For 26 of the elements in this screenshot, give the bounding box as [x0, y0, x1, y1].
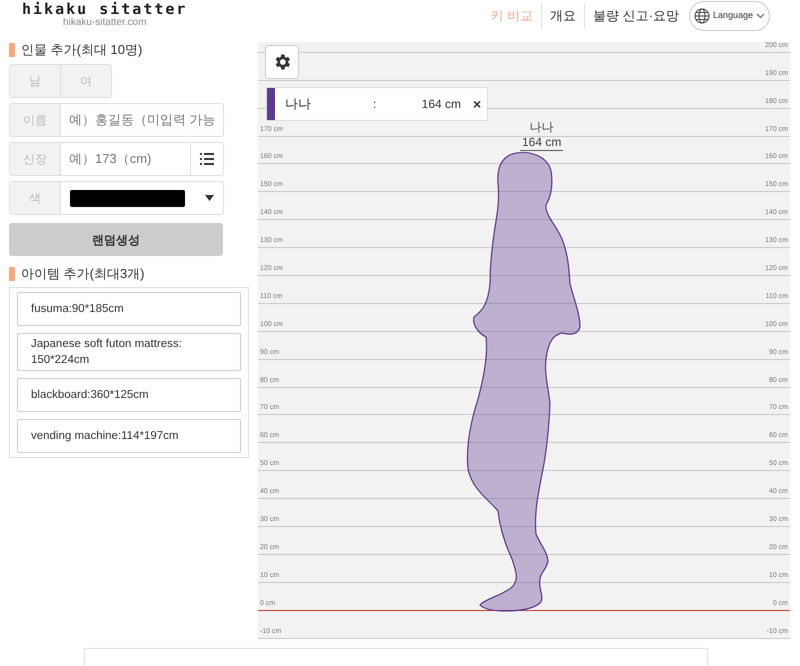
section-marker	[9, 267, 15, 281]
list-icon	[200, 153, 214, 165]
name-input[interactable]: 예）홍길동（미입력 가능	[61, 104, 223, 136]
section-title: 아이템 추가(최대3개)	[21, 265, 144, 284]
section-marker	[9, 43, 15, 57]
person-name: 나나	[285, 95, 312, 114]
settings-button[interactable]	[265, 45, 299, 79]
site-domain: hikaku-sitatter.com	[63, 17, 146, 29]
random-generate-button[interactable]: 랜덤생성	[9, 223, 223, 256]
section-title: 인물 추가(최대 10명)	[21, 41, 142, 60]
person-height: 164 cm	[420, 96, 461, 113]
item-button[interactable]: Japanese soft futon mattress: 150*224cm	[17, 333, 241, 371]
site-logo[interactable]: hikaku sitatter	[22, 1, 188, 17]
item-button[interactable]: blackboard:360*125cm	[17, 378, 241, 412]
item-button[interactable]: fusuma:90*185cm	[17, 292, 241, 326]
separator: :	[373, 96, 378, 113]
nav-link[interactable]: 불량 신고·요망	[584, 3, 687, 29]
chevron-down-icon	[756, 13, 765, 19]
language-button[interactable]: Language	[688, 1, 770, 31]
figure-height: 164 cm	[520, 135, 564, 151]
remove-button[interactable]: ×	[473, 97, 482, 111]
nav-link[interactable]: 개요	[541, 3, 584, 29]
figure-name: 나나	[530, 120, 554, 135]
globe-icon	[694, 8, 710, 24]
item-button[interactable]: vending machine:114*197cm	[17, 419, 241, 453]
height-input[interactable]: 예）173（cm)	[61, 143, 190, 175]
